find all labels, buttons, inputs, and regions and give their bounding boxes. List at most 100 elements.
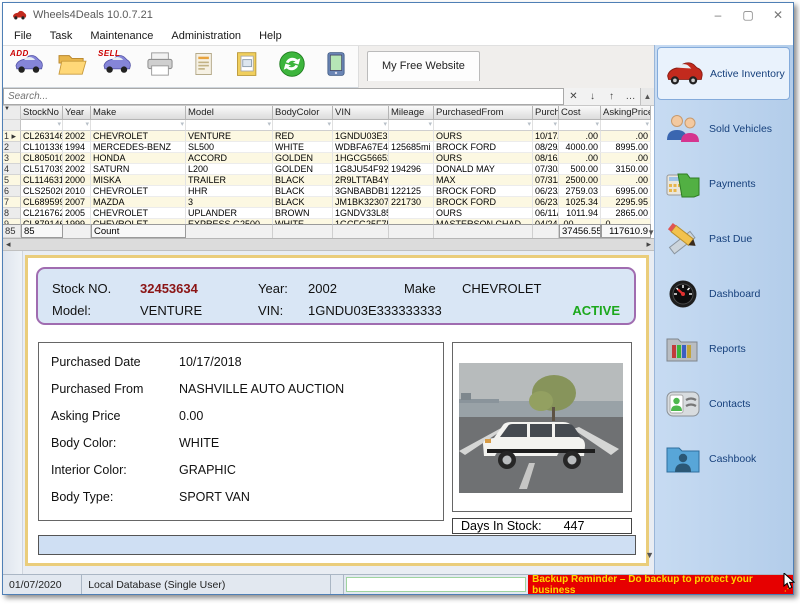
grid-cell[interactable]: .00	[601, 175, 651, 186]
grid-cell[interactable]: CL805010	[21, 153, 63, 164]
grid-cell[interactable]: SL500	[186, 142, 273, 153]
grid-cell[interactable]: BROCK FORD	[434, 197, 533, 208]
detail-scroll-down-icon[interactable]: ▼	[645, 550, 654, 560]
sidebar-item-past-due[interactable]: Past Due	[657, 212, 790, 265]
grid-cell[interactable]: CL216762	[21, 208, 63, 219]
grid-cell[interactable]: 2002	[63, 131, 91, 142]
filter-cell-cost[interactable]: ▾	[559, 120, 601, 131]
filter-cell-stockno[interactable]: ▾	[21, 120, 63, 131]
grid-cell[interactable]: BROCK FORD	[434, 186, 533, 197]
grid-cell[interactable]: BLACK	[273, 197, 333, 208]
grid-cell[interactable]	[389, 208, 434, 219]
my-free-website-tab[interactable]: My Free Website	[367, 51, 480, 81]
grid-cell[interactable]: HONDA	[91, 153, 186, 164]
grid-cell[interactable]: 2002	[63, 164, 91, 175]
filter-cell-purchas[interactable]: ▾	[533, 120, 559, 131]
grid-cell[interactable]: 1G8JU54F92Y	[333, 164, 389, 175]
grid-cell[interactable]	[389, 175, 434, 186]
column-header-model[interactable]: Model	[186, 106, 273, 120]
grid-cell[interactable]: 2005	[63, 208, 91, 219]
grid-cell[interactable]: 06/23/2	[533, 197, 559, 208]
grid-cell[interactable]	[389, 153, 434, 164]
grid-cell[interactable]: 10/17/2	[533, 131, 559, 142]
grid-cell[interactable]: 3GNBABDB1AS	[333, 186, 389, 197]
column-header-mileage[interactable]: Mileage	[389, 106, 434, 120]
grid-horizontal-scrollbar[interactable]: ◂ ▸	[3, 239, 654, 251]
open-folder-button[interactable]	[50, 48, 94, 86]
backup-reminder-banner[interactable]: Backup Reminder – Do backup to protect y…	[528, 575, 793, 594]
grid-cell[interactable]: 2295.95	[601, 197, 651, 208]
sync-button[interactable]	[270, 48, 314, 86]
report-button[interactable]	[182, 48, 226, 86]
menu-file[interactable]: File	[5, 29, 41, 43]
grid-cell[interactable]: CL101336	[21, 142, 63, 153]
column-header-bodycolor[interactable]: BodyColor	[273, 106, 333, 120]
grid-cell[interactable]: CHEVROLET	[91, 186, 186, 197]
close-button[interactable]: ✕	[763, 3, 793, 27]
grid-cell[interactable]: 08/29/2	[533, 142, 559, 153]
table-row[interactable]: 2CL1013361994MERCEDES-BENZSL500WHITEWDBF…	[3, 142, 651, 153]
vehicle-photo[interactable]	[452, 342, 632, 512]
grid-scroll-up-icon[interactable]: ▲	[640, 88, 654, 105]
scroll-right-icon[interactable]: ▸	[646, 239, 651, 250]
grid-cell[interactable]: .00	[559, 153, 601, 164]
grid-cell[interactable]: CL517039	[21, 164, 63, 175]
grid-cell[interactable]: 194296	[389, 164, 434, 175]
column-header-vin[interactable]: VIN	[333, 106, 389, 120]
grid-cell[interactable]: 1025.34	[559, 197, 601, 208]
grid-cell[interactable]: 2759.03	[559, 186, 601, 197]
grid-cell[interactable]: WHITE	[273, 142, 333, 153]
search-input[interactable]	[3, 88, 564, 105]
column-header-askingprice[interactable]: AskingPrice	[601, 106, 651, 120]
menu-administration[interactable]: Administration	[162, 29, 250, 43]
sidebar-item-contacts[interactable]: Contacts	[657, 377, 790, 430]
grid-cell[interactable]: 2002	[63, 153, 91, 164]
printer-button[interactable]	[138, 48, 182, 86]
scroll-left-icon[interactable]: ◂	[6, 239, 11, 250]
menu-help[interactable]: Help	[250, 29, 291, 43]
grid-cell[interactable]: CL263146	[21, 131, 63, 142]
filter-cell-model[interactable]: ▾	[186, 120, 273, 131]
grid-cell[interactable]: 1GNDU03E32D	[333, 131, 389, 142]
grid-cell[interactable]: DONALD MAY	[434, 164, 533, 175]
maximize-button[interactable]: ▢	[733, 3, 763, 27]
grid-cell[interactable]: 06/11/2	[533, 208, 559, 219]
grid-cell[interactable]: OURS	[434, 131, 533, 142]
table-row[interactable]: 4CL5170392002SATURNL200GOLDEN1G8JU54F92Y…	[3, 164, 651, 175]
grid-cell[interactable]: .00	[559, 131, 601, 142]
grid-cell[interactable]: 2000	[63, 175, 91, 186]
sidebar-item-sold-vehicles[interactable]: Sold Vehicles	[657, 102, 790, 155]
grid-cell[interactable]: BLACK	[273, 186, 333, 197]
table-row[interactable]: 8CL2167622005CHEVROLETUPLANDERBROWN1GNDV…	[3, 208, 651, 219]
search-next-icon[interactable]: ↓	[583, 88, 602, 105]
grid-cell[interactable]: SATURN	[91, 164, 186, 175]
column-header-year[interactable]: Year	[63, 106, 91, 120]
row-header[interactable]: 2	[3, 142, 21, 153]
menu-task[interactable]: Task	[41, 29, 82, 43]
grid-cell[interactable]: 07/31/2	[533, 175, 559, 186]
grid-cell[interactable]: WDBFA67E4R	[333, 142, 389, 153]
grid-cell[interactable]: 3	[186, 197, 273, 208]
grid-cell[interactable]: 1GNDV33L85D	[333, 208, 389, 219]
filter-cell-askingprice[interactable]: ▾	[601, 120, 651, 131]
grid-cell[interactable]: BROWN	[273, 208, 333, 219]
print-book-button[interactable]	[226, 48, 270, 86]
table-row[interactable]: 6CLS250202010CHEVROLETHHRBLACK3GNBABDB1A…	[3, 186, 651, 197]
search-options-icon[interactable]: …	[621, 88, 640, 105]
grid-cell[interactable]: 2500.00	[559, 175, 601, 186]
table-row[interactable]: 7CL6895992007MAZDA3BLACKJM1BK32307122173…	[3, 197, 651, 208]
grid-cell[interactable]: 221730	[389, 197, 434, 208]
grid-cell[interactable]: ACCORD	[186, 153, 273, 164]
sell-car-button[interactable]: SELL	[94, 48, 138, 86]
grid-cell[interactable]: BLACK	[273, 175, 333, 186]
grid-scroll-down-icon[interactable]: ▼	[647, 228, 655, 237]
grid-cell[interactable]: MERCEDES-BENZ	[91, 142, 186, 153]
grid-cell[interactable]: 4000.00	[559, 142, 601, 153]
grid-cell[interactable]	[389, 131, 434, 142]
grid-cell[interactable]: 500.00	[559, 164, 601, 175]
filter-cell-make[interactable]: ▾	[91, 120, 186, 131]
grid-cell[interactable]: MISKA	[91, 175, 186, 186]
row-header[interactable]: 8	[3, 208, 21, 219]
filter-cell-purchasedfrom[interactable]: ▾	[434, 120, 533, 131]
grid-cell[interactable]: 2007	[63, 197, 91, 208]
